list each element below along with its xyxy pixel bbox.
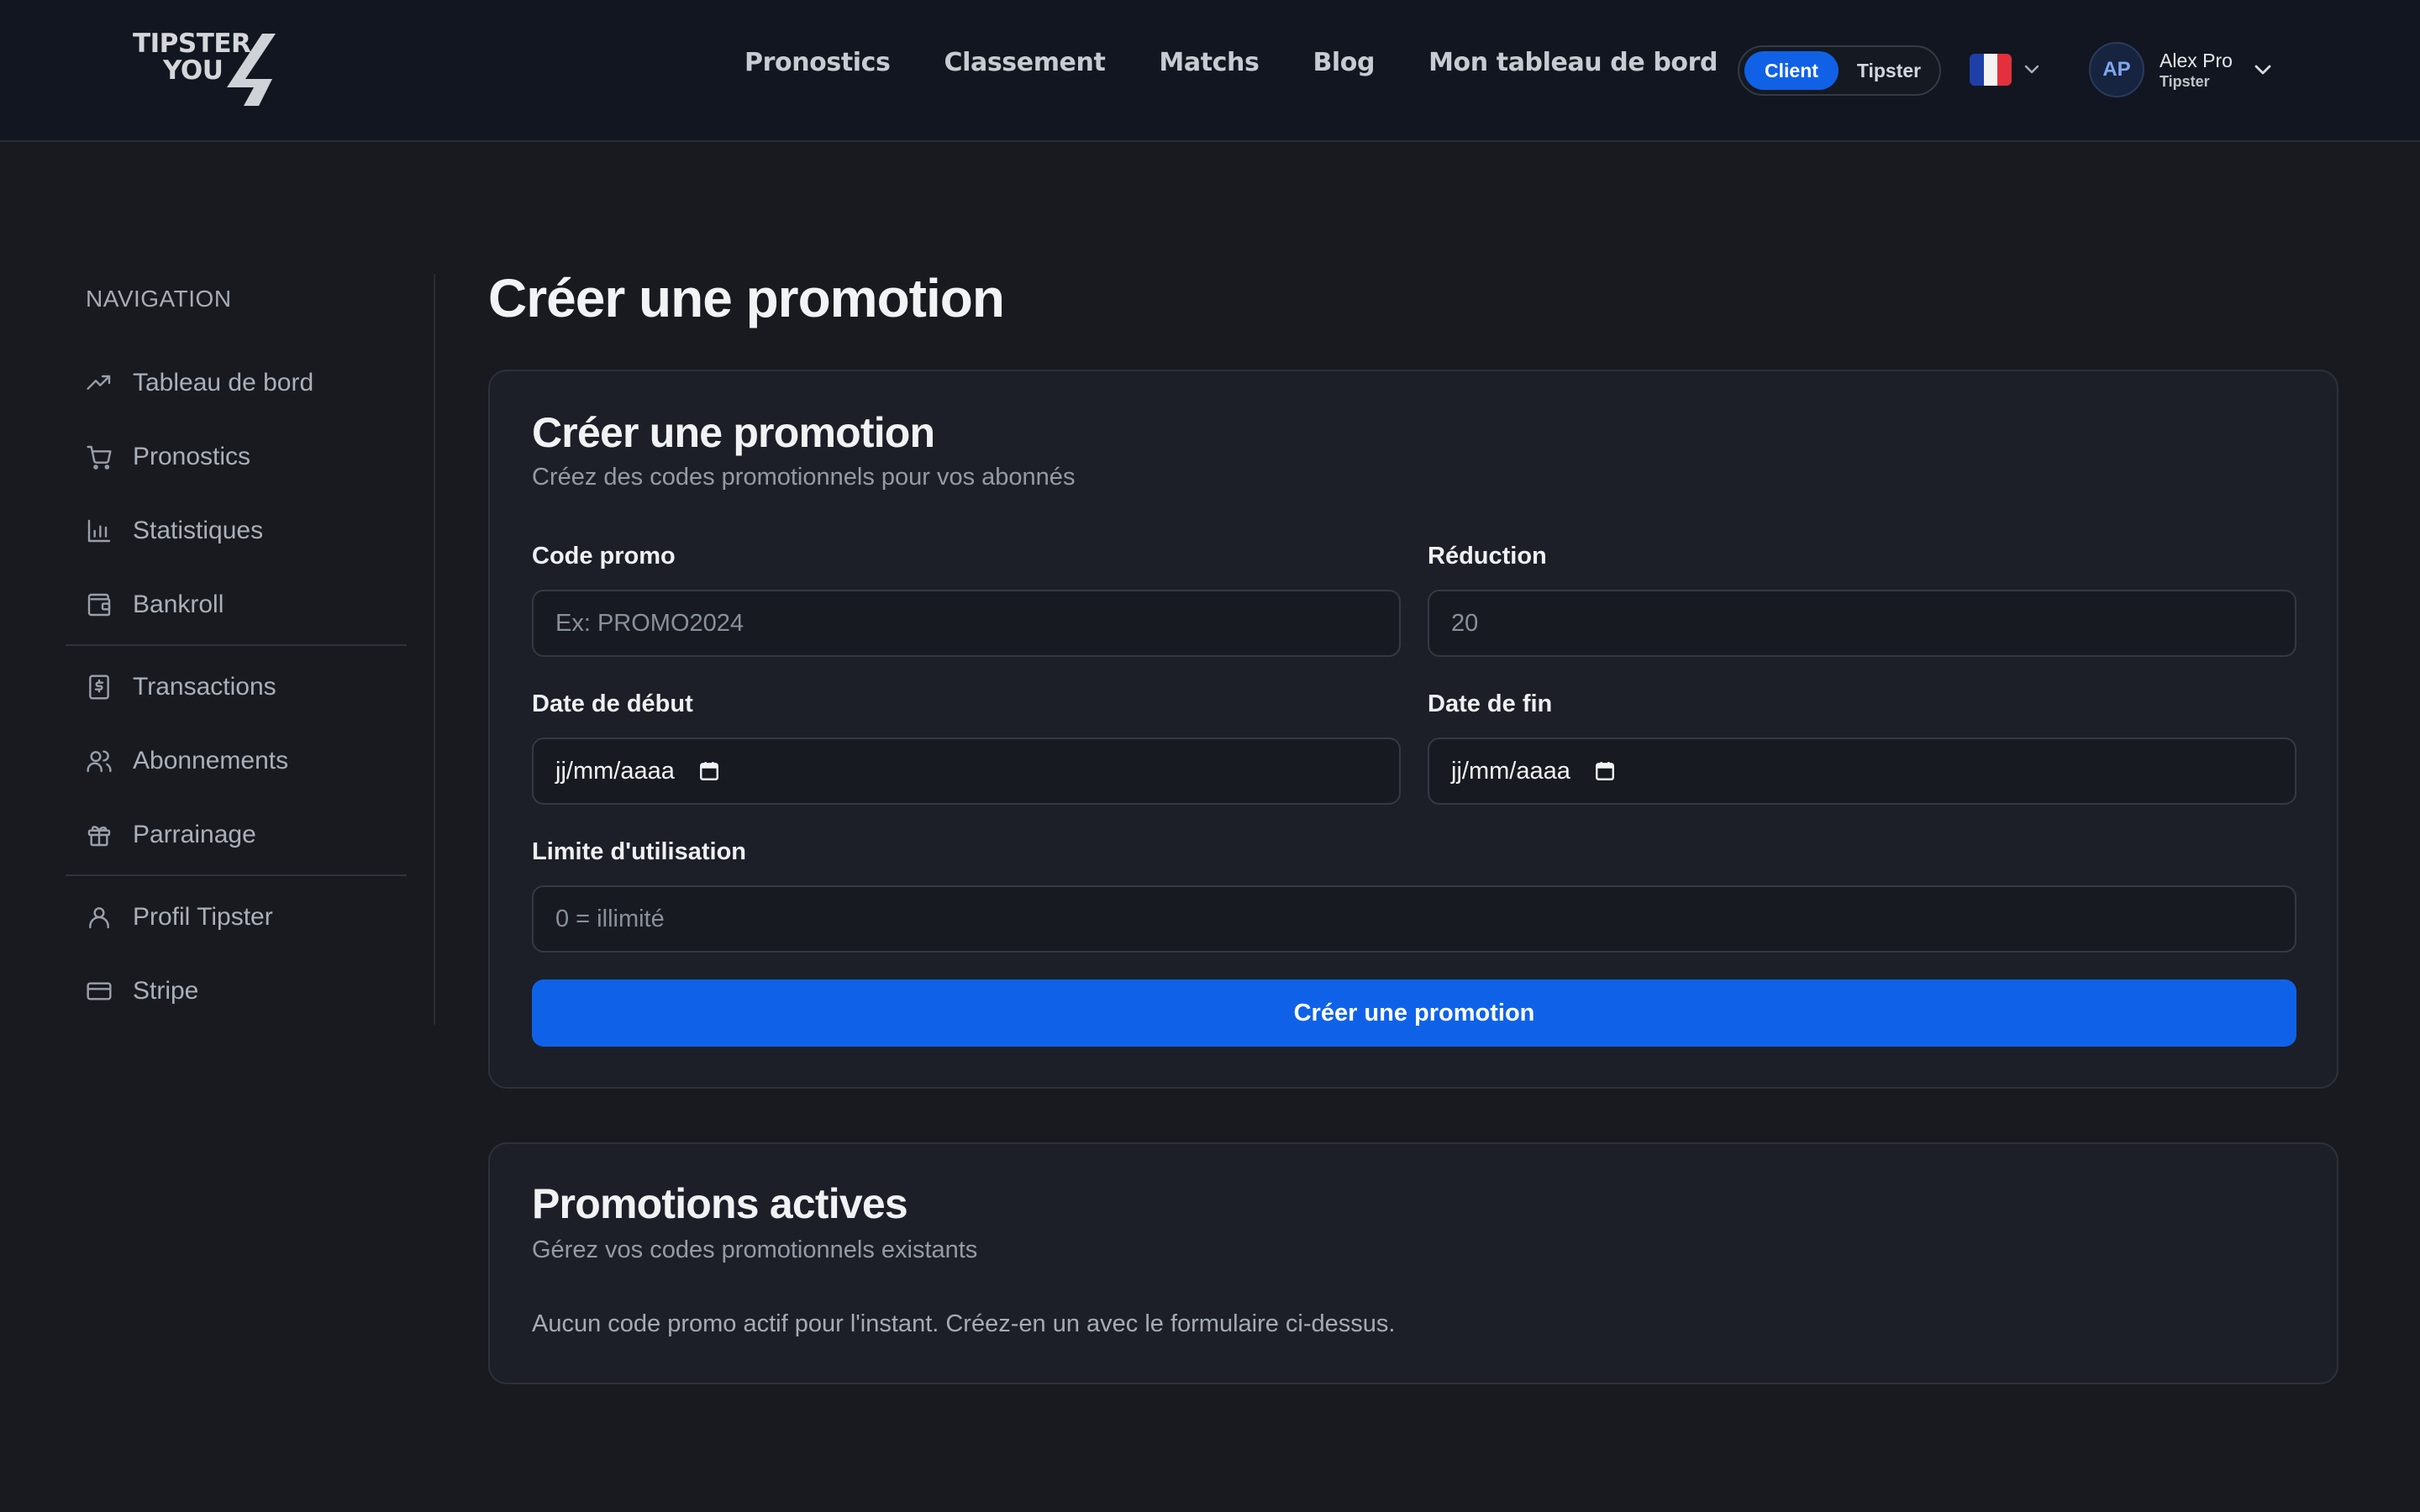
start-date-label: Date de début [532, 690, 693, 717]
sidebar-item-profil-tipster[interactable]: Profil Tipster [86, 896, 273, 938]
chevron-down-icon [2254, 65, 2271, 75]
reduction-input[interactable] [1428, 590, 2296, 657]
create-card-title: Créer une promotion [532, 409, 935, 456]
sidebar-divider [66, 874, 407, 876]
sidebar-item-label: Transactions [133, 673, 276, 701]
top-navbar: TIPSTER YOU Pronostics Classement Matchs… [0, 0, 2420, 142]
usage-limit-label: Limite d'utilisation [532, 838, 747, 865]
promo-code-label: Code promo [532, 543, 676, 570]
end-date-input[interactable]: jj/mm/aaaa [1428, 738, 2296, 805]
sidebar-divider [66, 644, 407, 646]
sidebar-item-label: Stripe [133, 977, 199, 1005]
calendar-icon[interactable] [698, 760, 720, 782]
sidebar-item-label: Statistiques [133, 517, 264, 544]
bar-chart-icon [87, 519, 111, 543]
france-flag-icon [1970, 54, 2012, 86]
main-nav: Pronostics Classement Matchs Blog Mon ta… [744, 45, 1718, 81]
calendar-icon[interactable] [1594, 760, 1616, 782]
credit-card-icon [87, 982, 112, 1000]
mode-toggle: Client Tipster [1738, 45, 1941, 96]
create-promotion-button[interactable]: Créer une promotion [532, 979, 2296, 1047]
user-icon [89, 907, 109, 929]
gift-icon [87, 826, 111, 847]
page-title: Créer une promotion [488, 268, 1005, 328]
start-date-input[interactable]: jj/mm/aaaa [532, 738, 1401, 805]
sidebar-item-label: Parrainage [133, 821, 256, 848]
user-name: Alex Pro [2160, 50, 2233, 71]
nav-link-matchs[interactable]: Matchs [1159, 45, 1259, 81]
active-card-title: Promotions actives [532, 1180, 908, 1227]
nav-link-dashboard[interactable]: Mon tableau de bord [1428, 45, 1718, 81]
wallet-icon [87, 593, 111, 617]
end-date-label: Date de fin [1428, 690, 1553, 717]
promo-code-input[interactable] [532, 590, 1401, 657]
nav-link-blog[interactable]: Blog [1313, 45, 1375, 81]
sidebar-item-label: Abonnements [133, 747, 289, 774]
empty-promotions-message: Aucun code promo actif pour l'instant. C… [532, 1310, 1396, 1337]
logo-bolt-icon [227, 34, 276, 106]
sidebar-item-bankroll[interactable]: Bankroll [86, 584, 224, 626]
start-date-value: jj/mm/aaaa [555, 757, 675, 785]
sidebar-title: NAVIGATION [86, 286, 232, 312]
language-selector[interactable] [1970, 54, 2040, 86]
sidebar-item-parrainage[interactable]: Parrainage [86, 814, 256, 856]
trending-up-icon [87, 375, 111, 390]
reduction-label: Réduction [1428, 543, 1547, 570]
cart-icon [87, 445, 112, 470]
tipster-you-logo[interactable]: TIPSTER YOU [133, 29, 301, 109]
user-info: Alex Pro Tipster [2160, 49, 2233, 91]
usage-limit-input[interactable] [532, 885, 2296, 953]
active-promotions-card: Promotions actives Gérez vos codes promo… [488, 1142, 2338, 1384]
create-card-subtitle: Créez des codes promotionnels pour vos a… [532, 464, 1076, 491]
sidebar-item-statistiques[interactable]: Statistiques [86, 510, 263, 552]
nav-link-pronostics[interactable]: Pronostics [744, 45, 891, 81]
chevron-down-icon [2024, 65, 2039, 74]
users-icon [87, 750, 112, 773]
receipt-dollar-icon [89, 675, 109, 700]
mode-tipster-button[interactable]: Tipster [1842, 51, 1936, 90]
create-promotion-card: Créer une promotion Créez des codes prom… [488, 370, 2338, 1089]
sidebar-item-pronostics[interactable]: Pronostics [86, 436, 250, 478]
sidebar-item-transactions[interactable]: Transactions [86, 666, 276, 708]
nav-link-classement[interactable]: Classement [944, 45, 1105, 81]
sidebar-item-label: Bankroll [133, 591, 224, 618]
user-role: Tipster [2160, 73, 2210, 90]
mode-client-button[interactable]: Client [1744, 51, 1839, 90]
sidebar-item-tableau-de-bord[interactable]: Tableau de bord [86, 362, 313, 404]
sidebar-item-label: Tableau de bord [133, 369, 314, 396]
end-date-value: jj/mm/aaaa [1451, 757, 1570, 785]
avatar: AP [2089, 42, 2144, 97]
user-menu[interactable]: AP Alex Pro Tipster [2089, 42, 2273, 97]
sidebar-item-stripe[interactable]: Stripe [86, 970, 198, 1012]
sidebar-item-label: Profil Tipster [133, 903, 273, 931]
sidebar-item-label: Pronostics [133, 443, 251, 470]
sidebar-item-abonnements[interactable]: Abonnements [86, 740, 288, 782]
sidebar: NAVIGATION Tableau de bord Pronostics St… [66, 274, 435, 1025]
active-card-subtitle: Gérez vos codes promotionnels existants [532, 1236, 978, 1263]
